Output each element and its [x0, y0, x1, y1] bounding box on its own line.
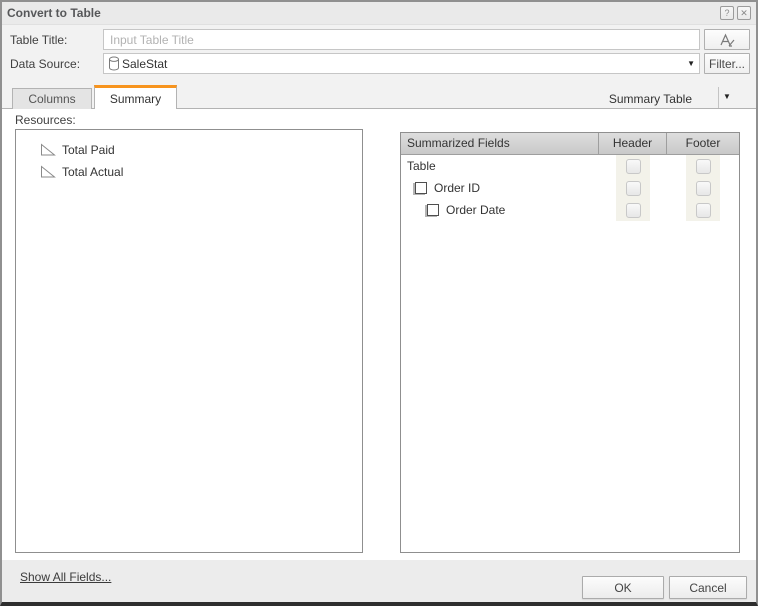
table-row: Order ID [401, 177, 739, 199]
header-cell-band [616, 155, 650, 177]
table-title-label: Table Title: [10, 33, 68, 47]
header-checkbox[interactable] [625, 158, 641, 174]
resource-item-label: Total Actual [62, 165, 124, 179]
row-label-wrap: Order Date [401, 199, 599, 221]
cancel-button[interactable]: Cancel [669, 576, 747, 599]
header-checkbox[interactable] [625, 202, 641, 218]
data-source-value: SaleStat [122, 56, 168, 71]
filter-button[interactable]: Filter... [704, 53, 750, 74]
data-source-label: Data Source: [10, 57, 81, 71]
resource-item-label: Total Paid [62, 143, 115, 157]
field-checkbox[interactable] [427, 204, 439, 216]
field-checkbox[interactable] [415, 182, 427, 194]
close-icon[interactable]: ✕ [737, 6, 751, 20]
summary-type-selector[interactable]: Summary Table [542, 92, 692, 106]
summary-type-dropdown-icon[interactable]: ▼ [723, 92, 731, 101]
row-label: Order ID [434, 181, 481, 195]
footer-checkbox[interactable] [695, 158, 711, 174]
footer-cell-band [686, 155, 720, 177]
title-bar: Convert to Table ? ✕ [2, 2, 756, 25]
measure-triangle-icon [40, 165, 56, 179]
dialog-footer: Show All Fields... OK Cancel [2, 560, 756, 602]
column-header-header: Header [599, 133, 667, 154]
resource-item[interactable]: Total Paid [40, 139, 362, 161]
footer-checkbox[interactable] [695, 180, 711, 196]
column-header-footer: Footer [685, 136, 721, 150]
resource-item[interactable]: Total Actual [40, 161, 362, 183]
table-row: Order Date [401, 199, 739, 221]
grid-header-row: Summarized Fields Header Footer [401, 133, 739, 155]
footer-cell-band [686, 199, 720, 221]
header-cell-band [616, 199, 650, 221]
table-row: Table [401, 155, 739, 177]
convert-to-table-dialog: Convert to Table ? ✕ Table Title: Data S… [0, 0, 758, 606]
summarized-fields-grid: Summarized Fields Header Footer Table Or… [400, 132, 740, 553]
row-label: Order Date [446, 203, 506, 217]
row-label-wrap: Order ID [401, 177, 599, 199]
footer-cell-band [686, 177, 720, 199]
data-source-combobox[interactable]: SaleStat ▼ [103, 53, 700, 74]
font-style-button[interactable] [704, 29, 750, 50]
header-checkbox[interactable] [625, 180, 641, 196]
header-cell-band [616, 177, 650, 199]
dialog-title: Convert to Table [7, 6, 101, 20]
database-icon [109, 56, 119, 71]
show-all-fields-link[interactable]: Show All Fields... [20, 570, 111, 584]
table-title-input[interactable] [103, 29, 700, 50]
help-icon[interactable]: ? [720, 6, 734, 20]
tab-columns[interactable]: Columns [12, 88, 92, 109]
row-label: Table [407, 159, 436, 173]
tab-summary[interactable]: Summary [94, 85, 177, 109]
combo-dropdown-icon[interactable]: ▼ [687, 59, 695, 68]
footer-checkbox[interactable] [695, 202, 711, 218]
resources-label: Resources: [15, 113, 76, 127]
column-header-summarized-fields: Summarized Fields [401, 133, 599, 154]
measure-triangle-icon [40, 143, 56, 157]
resources-listbox: Total Paid Total Actual [15, 129, 363, 553]
summary-type-separator [718, 87, 719, 108]
font-style-icon [719, 33, 734, 47]
ok-button[interactable]: OK [582, 576, 664, 599]
tab-content: Resources: Total Paid Total Actual Summa… [2, 109, 756, 560]
